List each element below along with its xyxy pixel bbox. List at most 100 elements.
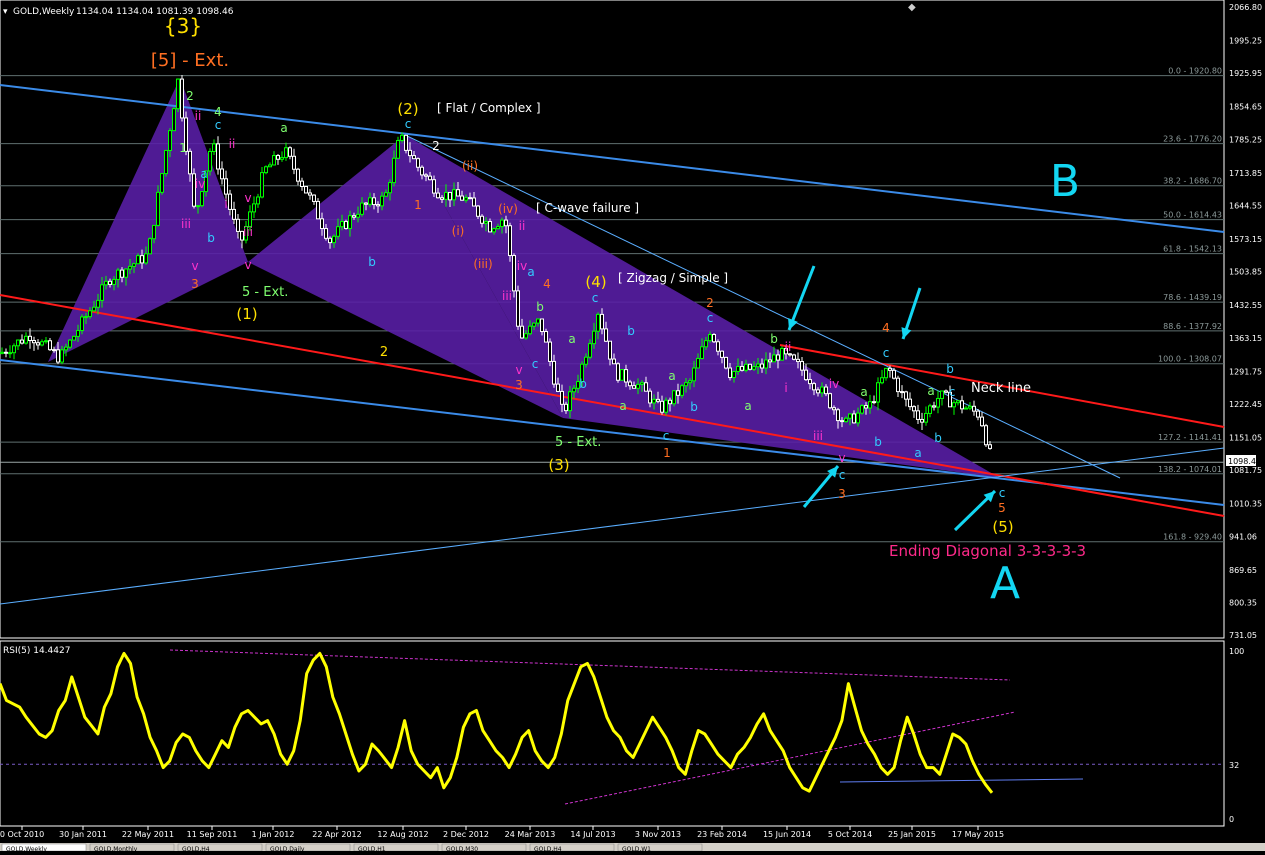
wave-letter: b (627, 324, 635, 338)
wave-letter: a (914, 446, 921, 460)
panel-scroll-icon[interactable]: ◆ (908, 2, 916, 13)
wave-letter: a (200, 167, 207, 181)
x-tick-label: 2 Dec 2012 (443, 830, 489, 839)
candle-body (896, 377, 900, 393)
candle-body (488, 221, 492, 233)
wave-letter: 4 (882, 321, 890, 335)
candle-body (360, 202, 364, 215)
candle-body (840, 420, 844, 423)
x-tick-label: 11 Sep 2011 (187, 830, 238, 839)
x-tick-label: 15 Jun 2014 (763, 830, 811, 839)
x-tick-label: 14 Jul 2013 (570, 830, 615, 839)
fib-label: 38.2 - 1686.70 (1163, 177, 1222, 186)
candle-body (96, 299, 100, 308)
chart-ohlc: 1134.04 1134.04 1081.39 1098.46 (76, 7, 234, 17)
candle-body (532, 322, 536, 327)
candle-body (72, 335, 76, 341)
candle-body (100, 284, 104, 301)
tab-4[interactable]: GOLD,H1 (358, 846, 386, 853)
candle-body (732, 370, 736, 379)
wave-label-6: (4) (585, 273, 606, 291)
wave-letter: c (592, 291, 599, 305)
fib-label: 0.0 - 1920.80 (1168, 67, 1222, 76)
tab-0[interactable]: GOLD,Weekly (6, 846, 47, 853)
candle-body (80, 316, 84, 331)
candle-body (124, 268, 128, 278)
wave-letter: v (191, 259, 198, 273)
candle-body (512, 255, 516, 292)
wave-letter: iii (243, 225, 253, 239)
candle-body (880, 377, 884, 384)
candle-body (844, 417, 848, 423)
fib-label: 61.8 - 1542.13 (1163, 245, 1222, 254)
candle-body (516, 290, 520, 327)
wave-letter: b (946, 362, 954, 376)
candle-body (16, 339, 20, 347)
y-tick-label: 2066.80 (1229, 3, 1262, 12)
candle-body (968, 405, 972, 409)
candle-body (944, 390, 948, 393)
candle-body (216, 143, 220, 170)
wave-letter: c (707, 311, 714, 325)
candle-body (536, 318, 540, 324)
x-tick-label: 17 May 2015 (952, 830, 1004, 839)
y-tick-label: 1010.35 (1229, 500, 1262, 509)
chart-symbol: GOLD,Weekly (13, 7, 75, 17)
candle-body (380, 195, 384, 207)
chart-canvas[interactable]: 0.0 - 1920.80 23.6 - 1776.20 38.2 - 1686.7… (0, 0, 1265, 853)
y-tick-label: 1925.95 (1229, 69, 1262, 78)
candle-body (600, 313, 604, 330)
candle-body (432, 179, 436, 194)
wave-letter: 1 (663, 446, 671, 460)
x-tick-label: 22 May 2011 (122, 830, 174, 839)
candle-body (144, 253, 148, 264)
candle-body (364, 202, 368, 205)
wave-letter: 2 (706, 296, 714, 310)
wave-letter: c (949, 385, 956, 399)
wave-label-8: 5 - Ext. (242, 285, 288, 300)
candle-body (300, 180, 304, 187)
candle-body (252, 203, 256, 213)
tab-2[interactable]: GOLD,H4 (182, 846, 210, 853)
candle-body (396, 139, 400, 159)
wave-letter: 1 (414, 198, 422, 212)
candle-body (912, 406, 916, 412)
candle-body (756, 363, 760, 368)
candle-body (588, 343, 592, 358)
candle-body (108, 280, 112, 285)
rsi-tick-label: 0 (1229, 815, 1234, 824)
collapse-arrow-icon[interactable]: ▾ (3, 7, 8, 17)
candle-body (820, 386, 824, 394)
y-tick-label: 1713.85 (1229, 169, 1262, 178)
candle-body (792, 354, 796, 360)
candle-body (672, 390, 676, 405)
tab-7[interactable]: GOLD,W1 (622, 846, 651, 853)
wave-letter: ii (519, 219, 526, 233)
fib-label: 138.2 - 1074.01 (1158, 465, 1222, 474)
candle-body (172, 108, 176, 132)
wave-letter: 2 (186, 89, 194, 103)
y-tick-label: 1151.05 (1229, 434, 1262, 443)
tab-5[interactable]: GOLD,M30 (446, 846, 478, 853)
candle-body (644, 382, 648, 392)
candle-body (444, 191, 448, 200)
candle-body (132, 263, 136, 267)
tab-1[interactable]: GOLD,Monthly (94, 846, 138, 853)
candle-body (800, 361, 804, 371)
candle-body (920, 418, 924, 423)
candle-body (612, 358, 616, 365)
wave-label-5ext-2: 5 - Ext. (555, 435, 601, 450)
candle-body (356, 213, 360, 218)
wave-letter: v (838, 451, 845, 465)
candle-body (556, 383, 560, 392)
tab-3[interactable]: GOLD,Daily (270, 846, 305, 853)
wave-letter: a (619, 399, 626, 413)
wave-letter: (iii) (473, 257, 492, 271)
candle-body (180, 78, 184, 119)
x-tick-label: 24 Mar 2013 (505, 830, 556, 839)
candle-body (492, 228, 496, 233)
candle-body (684, 382, 688, 387)
tab-6[interactable]: GOLD,H4 (534, 846, 562, 853)
candle-body (720, 350, 724, 358)
candle-body (520, 325, 524, 339)
